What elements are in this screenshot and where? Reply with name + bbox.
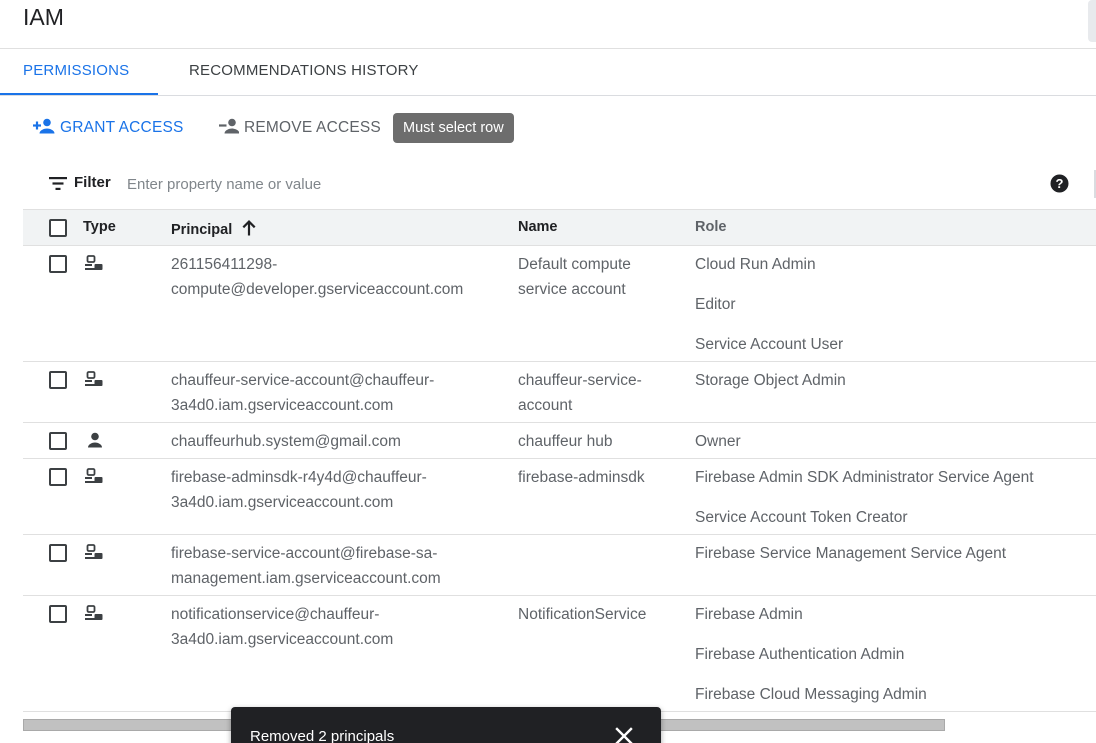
- principal-cell: chauffeurhub.system@gmail.com: [171, 433, 401, 450]
- grant-access-label: GRANT ACCESS: [60, 119, 184, 136]
- role-cell: Firebase Admin Firebase Authentication A…: [695, 602, 1095, 722]
- role-label: Firebase Service Management Service Agen…: [695, 545, 1007, 562]
- sort-ascending-icon[interactable]: [241, 219, 257, 240]
- select-all-checkbox[interactable]: [49, 219, 67, 237]
- help-icon[interactable]: ?: [1050, 174, 1069, 198]
- role-label: Firebase Admin: [695, 606, 803, 623]
- row-checkbox[interactable]: [49, 605, 67, 623]
- tabs-divider: [0, 95, 1096, 96]
- tooltip-must-select-row: Must select row: [393, 113, 514, 143]
- table-row[interactable]: firebase-service-account@firebase-sa-man…: [23, 535, 1096, 596]
- service-account-icon: [85, 544, 105, 565]
- row-checkbox[interactable]: [49, 255, 67, 273]
- snackbar-message: Removed 2 principals: [250, 728, 395, 743]
- table-row[interactable]: 261156411298-compute@developer.gservicea…: [23, 246, 1096, 362]
- name-cell: chauffeur-service-account: [518, 372, 642, 414]
- column-header-principal[interactable]: Principal: [171, 219, 257, 240]
- tab-bar: PERMISSIONS RECOMMENDATIONS HISTORY: [0, 49, 1096, 95]
- name-cell: firebase-adminsdk: [518, 469, 645, 486]
- snackbar: Removed 2 principals: [231, 707, 661, 743]
- principal-cell: firebase-adminsdk-r4y4d@chauffeur-3a4d0.…: [171, 469, 427, 511]
- role-label: Firebase Cloud Messaging Admin: [695, 686, 927, 703]
- name-cell: NotificationService: [518, 606, 647, 623]
- tab-permissions[interactable]: PERMISSIONS: [23, 49, 129, 95]
- role-cell: Firebase Service Management Service Agen…: [695, 541, 1095, 581]
- name-cell: chauffeur hub: [518, 433, 613, 450]
- action-toolbar: GRANT ACCESS REMOVE ACCESS Must select r…: [0, 112, 1096, 144]
- role-label: Firebase Admin SDK Administrator Service…: [695, 469, 1034, 486]
- column-header-name[interactable]: Name: [518, 219, 558, 235]
- role-label: Firebase Authentication Admin: [695, 646, 905, 663]
- person-add-icon: [33, 118, 55, 139]
- role-label: Storage Object Admin: [695, 372, 846, 389]
- role-label: Editor: [695, 296, 736, 313]
- table-header: Type Principal Name Role: [23, 209, 1096, 246]
- service-account-icon: [85, 255, 105, 276]
- filter-label: Filter: [74, 174, 111, 191]
- permissions-table: Type Principal Name Role 261156411298-co…: [23, 209, 1096, 712]
- principal-cell: chauffeur-service-account@chauffeur-3a4d…: [171, 372, 435, 414]
- remove-access-label: REMOVE ACCESS: [244, 119, 381, 136]
- row-checkbox[interactable]: [49, 371, 67, 389]
- row-checkbox[interactable]: [49, 468, 67, 486]
- table-row[interactable]: firebase-adminsdk-r4y4d@chauffeur-3a4d0.…: [23, 459, 1096, 535]
- grant-access-button[interactable]: GRANT ACCESS: [33, 112, 184, 144]
- filter-icon[interactable]: [49, 177, 67, 195]
- service-account-icon: [85, 371, 105, 392]
- principal-cell: 261156411298-compute@developer.gservicea…: [171, 256, 464, 298]
- table-row[interactable]: chauffeur-service-account@chauffeur-3a4d…: [23, 362, 1096, 423]
- top-right-panel-edge: [1088, 0, 1096, 42]
- principal-cell: firebase-service-account@firebase-sa-man…: [171, 545, 441, 587]
- role-cell: Firebase Admin SDK Administrator Service…: [695, 465, 1095, 545]
- person-icon: [85, 432, 105, 453]
- filter-bar: Filter ?: [23, 164, 1096, 204]
- filter-input[interactable]: [127, 170, 627, 198]
- column-header-type[interactable]: Type: [83, 219, 116, 235]
- role-label: Cloud Run Admin: [695, 256, 816, 273]
- service-account-icon: [85, 605, 105, 626]
- table-row[interactable]: chauffeurhub.system@gmail.com chauffeur …: [23, 423, 1096, 459]
- principal-cell: notificationservice@chauffeur-3a4d0.iam.…: [171, 606, 394, 648]
- role-cell: Storage Object Admin: [695, 368, 1095, 408]
- tab-recommendations-history[interactable]: RECOMMENDATIONS HISTORY: [189, 49, 419, 95]
- close-icon[interactable]: [615, 727, 633, 743]
- table-row[interactable]: notificationservice@chauffeur-3a4d0.iam.…: [23, 596, 1096, 712]
- row-checkbox[interactable]: [49, 544, 67, 562]
- svg-text:?: ?: [1056, 176, 1064, 191]
- name-cell: Default compute service account: [518, 256, 631, 298]
- column-header-role[interactable]: Role: [695, 219, 726, 235]
- person-remove-icon: [219, 118, 240, 139]
- column-header-principal-label: Principal: [171, 221, 233, 238]
- remove-access-button[interactable]: REMOVE ACCESS: [219, 112, 381, 144]
- service-account-icon: [85, 468, 105, 489]
- row-checkbox[interactable]: [49, 432, 67, 450]
- role-cell: Cloud Run Admin Editor Service Account U…: [695, 252, 1095, 372]
- page-title: IAM: [23, 4, 64, 30]
